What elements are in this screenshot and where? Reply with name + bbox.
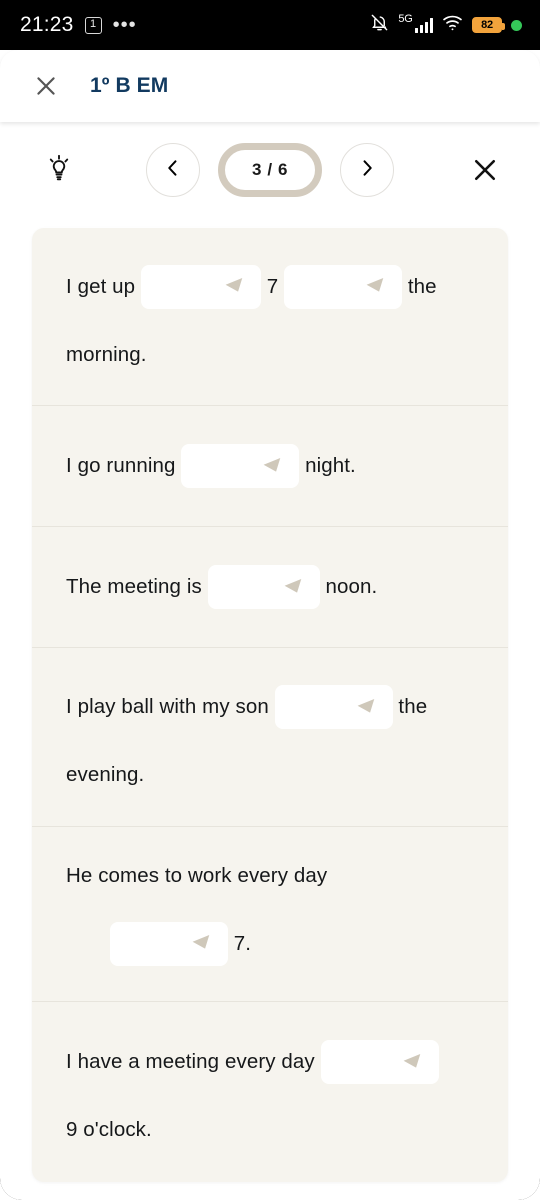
phone-screen: 21:23 1 ••• 5G 82 1º B EM 3 / 6 I get up… (0, 0, 540, 1200)
caret-down-icon (284, 578, 306, 596)
question-text: He comes to work every day (66, 864, 328, 888)
question-row: He comes to work every day 7. (32, 827, 508, 1002)
chevron-left-icon (163, 158, 183, 183)
question-line: I play ball with my son the evening. (66, 685, 474, 789)
question-line: The meeting is noon. (66, 565, 474, 609)
status-time: 21:23 (20, 13, 74, 36)
question-row: I have a meeting every day 9 o'clock. (32, 1002, 508, 1182)
question-row: The meeting is noon. (32, 527, 508, 648)
status-bar-left: 21:23 1 ••• (20, 13, 137, 37)
chevron-right-icon (357, 158, 377, 183)
overflow-dots-icon: ••• (112, 14, 137, 36)
screen-corner-left (0, 1178, 22, 1200)
next-page-button[interactable] (340, 143, 394, 197)
notification-count-icon: 1 (84, 16, 102, 34)
blank-6a-dropdown[interactable] (320, 1040, 439, 1085)
screen-corner-right (518, 1178, 540, 1200)
caret-down-icon (366, 278, 388, 296)
status-bar-right: 5G 82 (370, 13, 522, 37)
hint-button[interactable] (36, 147, 82, 193)
question-line: I have a meeting every day 9 o'clock. (66, 1040, 474, 1144)
prev-page-button[interactable] (146, 143, 200, 197)
question-text: the (402, 274, 437, 298)
blank-5a-dropdown[interactable] (110, 921, 228, 966)
exercise-toolbar: 3 / 6 (0, 122, 540, 218)
page-counter-label: 3 / 6 (251, 160, 289, 179)
question-text: The meeting is (66, 575, 208, 599)
question-line: I go running night. (66, 444, 474, 488)
question-text: 7. (228, 931, 252, 955)
network-type-label: 5G (398, 13, 413, 25)
page-title: 1º B EM (90, 74, 169, 97)
wifi-icon (442, 14, 463, 36)
green-dot-icon (511, 19, 522, 31)
caret-down-icon (192, 935, 214, 953)
battery-icon: 82 (472, 17, 505, 33)
blank-4a-dropdown[interactable] (274, 685, 393, 730)
question-text: evening. (66, 763, 145, 787)
question-text: I have a meeting every day (66, 1050, 321, 1074)
question-row: I get up 7 the morning. (32, 228, 508, 406)
question-text: morning. (66, 342, 147, 366)
question-text: 7 (260, 274, 285, 298)
blank-2a-dropdown[interactable] (181, 444, 300, 488)
question-text: I get up (66, 274, 141, 298)
blank-1b-dropdown[interactable] (284, 264, 403, 309)
blank-3a-dropdown[interactable] (207, 565, 320, 609)
question-text: I play ball with my son (66, 695, 275, 719)
question-text: 9 o'clock. (66, 1118, 152, 1142)
question-text: the (392, 695, 428, 719)
battery-level: 82 (481, 19, 493, 31)
exercise-card: I get up 7 the morning. I go running night… (32, 228, 508, 1182)
question-text: noon. (319, 575, 378, 599)
blank-1a-dropdown[interactable] (140, 264, 261, 309)
question-line: I get up 7 the morning. (66, 264, 474, 369)
question-line: He comes to work every day 7. (66, 862, 474, 966)
caret-down-icon (263, 457, 285, 475)
caret-down-icon (225, 278, 247, 296)
lightbulb-icon (44, 153, 74, 188)
header-close-button[interactable] (24, 64, 68, 108)
page-navigation: 3 / 6 (140, 143, 400, 197)
caret-down-icon (403, 1053, 424, 1071)
indent-spacer (66, 943, 110, 944)
question-row: I play ball with my son the evening. (32, 648, 508, 827)
status-bar: 21:23 1 ••• 5G 82 (0, 0, 540, 50)
page-counter[interactable]: 3 / 6 (218, 143, 322, 197)
question-row: I go running night. (32, 406, 508, 527)
question-text: I go running (66, 454, 182, 478)
silent-bell-icon (370, 13, 389, 37)
close-exercise-button[interactable] (462, 147, 508, 193)
question-text: night. (299, 454, 356, 478)
app-header: 1º B EM (0, 50, 540, 122)
signal-bars-icon (414, 17, 433, 33)
caret-down-icon (357, 698, 379, 716)
